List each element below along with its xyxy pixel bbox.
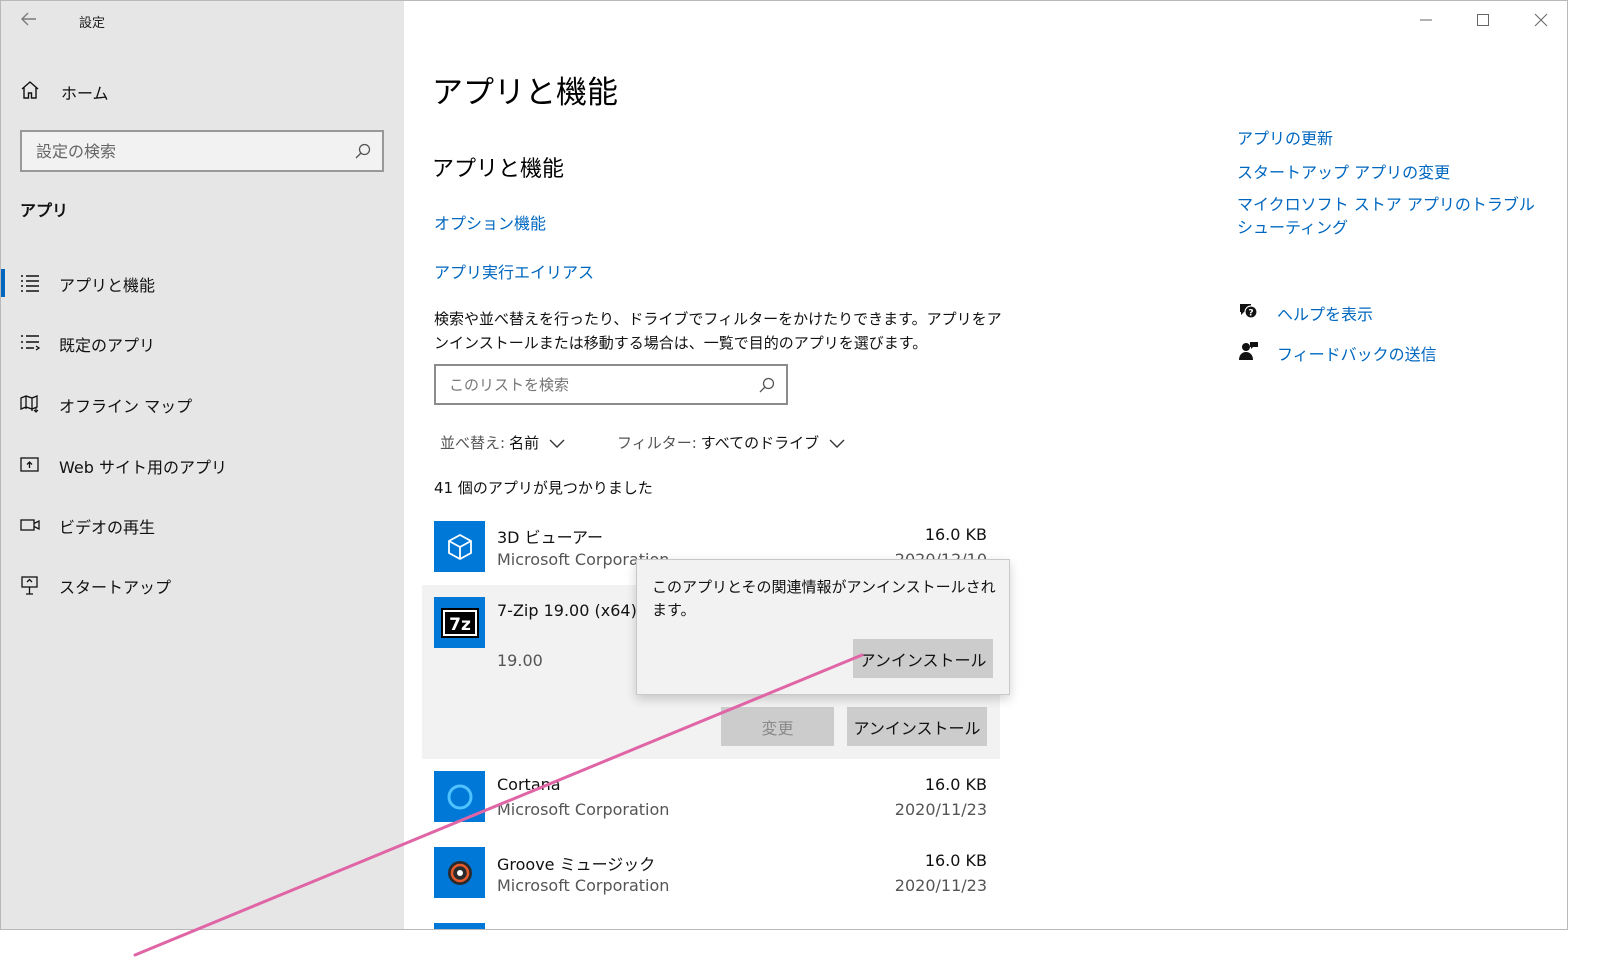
- modify-button[interactable]: 変更: [721, 707, 834, 746]
- sidebar: 設定 ホーム アプリ アプリと機能 既定のアプリ: [1, 1, 404, 929]
- app-execution-aliases-link[interactable]: アプリ実行エイリアス: [434, 259, 594, 283]
- uninstall-confirm-flyout: このアプリとその関連情報がアンインストールされます。 アンインストール: [636, 559, 1010, 695]
- chevron-down-icon: [549, 439, 565, 448]
- sidebar-item-label: アプリと機能: [59, 276, 156, 295]
- app-publisher: Microsoft Corporation: [497, 876, 670, 895]
- minimize-icon: [1420, 19, 1432, 21]
- filter-label: フィルター:: [617, 434, 697, 452]
- sidebar-item-label: オフライン マップ: [59, 397, 193, 416]
- video-playback-icon: [19, 515, 41, 535]
- apps-for-websites-icon: [19, 455, 41, 475]
- app-size: 16.0 KB: [924, 775, 987, 794]
- sort-dropdown[interactable]: 並べ替え: 名前: [440, 432, 565, 453]
- settings-window: 設定 ホーム アプリ アプリと機能 既定のアプリ: [0, 0, 1568, 930]
- close-icon: [1534, 13, 1548, 27]
- app-name: 7-Zip 19.00 (x64): [497, 601, 637, 620]
- get-help-link[interactable]: ? ヘルプを表示: [1237, 300, 1373, 326]
- app-publisher: Microsoft Corporation: [497, 800, 670, 819]
- sidebar-item-label: ビデオの再生: [59, 518, 156, 537]
- svg-text:7z: 7z: [449, 615, 471, 635]
- app-version: 19.00: [497, 651, 543, 670]
- app-name: Cortana: [497, 775, 561, 794]
- sidebar-item-apps-for-websites[interactable]: Web サイト用のアプリ: [1, 445, 404, 485]
- page-title: アプリと機能: [432, 75, 618, 111]
- sort-label: 並べ替え:: [440, 434, 506, 452]
- sidebar-item-startup[interactable]: スタートアップ: [1, 565, 404, 605]
- groove-music-app-icon: [434, 847, 485, 898]
- optional-features-link[interactable]: オプション機能: [434, 210, 546, 234]
- send-feedback-link[interactable]: フィードバックの送信: [1237, 340, 1437, 366]
- app-list-search-box[interactable]: [434, 364, 788, 405]
- app-list-item-cortana[interactable]: Cortana Microsoft Corporation 16.0 KB 20…: [422, 763, 1000, 835]
- help-label: ヘルプを表示: [1277, 305, 1374, 324]
- maximize-button[interactable]: [1468, 7, 1498, 33]
- search-icon[interactable]: [354, 142, 372, 160]
- cortana-app-icon: [434, 771, 485, 822]
- feedback-label: フィードバックの送信: [1277, 345, 1437, 364]
- app-list-search-input[interactable]: [436, 366, 736, 403]
- back-arrow-icon[interactable]: [19, 9, 43, 31]
- home-nav-item[interactable]: ホーム: [19, 77, 109, 107]
- filter-value: すべてのドライブ: [700, 434, 820, 452]
- sidebar-item-label: 既定のアプリ: [59, 336, 156, 355]
- confirm-uninstall-button[interactable]: アンインストール: [853, 639, 993, 678]
- sidebar-item-default-apps[interactable]: 既定のアプリ: [1, 323, 404, 363]
- app-size: 16.0 KB: [924, 525, 987, 544]
- related-link-store-troubleshoot[interactable]: マイクロソフト ストア アプリのトラブルシューティング: [1237, 193, 1537, 239]
- sidebar-item-label: スタートアップ: [59, 578, 172, 597]
- 3d-viewer-app-icon: [434, 521, 485, 572]
- offline-maps-icon: [19, 394, 41, 414]
- feedback-person-icon: [1237, 340, 1259, 366]
- uninstall-button[interactable]: アンインストール: [847, 707, 987, 746]
- settings-search-box[interactable]: [20, 130, 384, 172]
- window-title: 設定: [79, 16, 106, 31]
- chevron-down-icon: [829, 439, 845, 448]
- related-link-startup-apps[interactable]: スタートアップ アプリの変更: [1237, 159, 1450, 183]
- sidebar-item-apps-features[interactable]: アプリと機能: [1, 263, 404, 303]
- section-label: アプリ: [20, 201, 69, 220]
- description-text: 検索や並べ替えを行ったり、ドライブでフィルターをかけたりできます。アプリをアンイ…: [434, 310, 1002, 352]
- app-count: 41 個のアプリが見つかりました: [434, 479, 653, 497]
- related-link-app-updates[interactable]: アプリの更新: [1237, 125, 1333, 149]
- filter-dropdown[interactable]: フィルター: すべてのドライブ: [617, 432, 845, 453]
- 7zip-app-icon: 7z: [434, 597, 485, 648]
- maximize-icon: [1477, 14, 1489, 26]
- apps-features-icon: [19, 273, 41, 293]
- settings-search-input[interactable]: [22, 132, 332, 170]
- app-list-item-groove[interactable]: Groove ミュージック Microsoft Corporation 16.0…: [422, 839, 1000, 911]
- next-app-icon-partial: [434, 923, 485, 929]
- home-icon: [19, 79, 41, 105]
- default-apps-icon: [19, 333, 41, 353]
- home-label: ホーム: [61, 84, 109, 103]
- help-chat-icon: ?: [1237, 300, 1259, 326]
- sidebar-item-video-playback[interactable]: ビデオの再生: [1, 505, 404, 545]
- app-name: 3D ビューアー: [497, 528, 603, 547]
- svg-text:?: ?: [1248, 309, 1253, 319]
- sidebar-item-offline-maps[interactable]: オフライン マップ: [1, 384, 404, 424]
- app-date: 2020/11/23: [894, 876, 987, 895]
- sort-value: 名前: [509, 434, 540, 452]
- startup-icon: [19, 575, 41, 595]
- flyout-message: このアプリとその関連情報がアンインストールされます。: [652, 578, 996, 619]
- close-button[interactable]: [1526, 7, 1556, 33]
- search-icon[interactable]: [758, 376, 776, 394]
- app-size: 16.0 KB: [924, 851, 987, 870]
- app-date: 2020/11/23: [894, 800, 987, 819]
- sidebar-item-label: Web サイト用のアプリ: [59, 458, 227, 477]
- app-name: Groove ミュージック: [497, 855, 656, 874]
- section-title: アプリと機能: [432, 157, 565, 182]
- minimize-button[interactable]: [1411, 7, 1441, 33]
